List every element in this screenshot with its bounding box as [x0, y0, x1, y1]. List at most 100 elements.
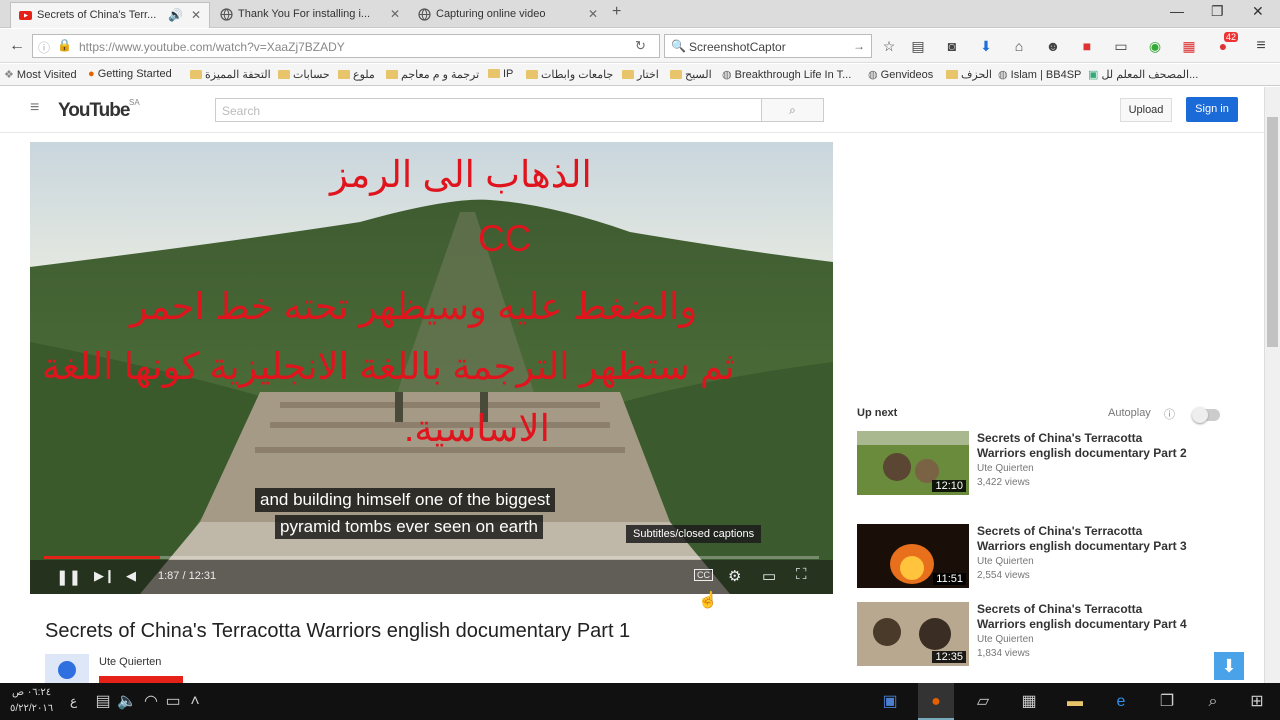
related-title[interactable]: Secrets of China's Terracotta Warriors e…: [977, 602, 1192, 632]
close-tab-icon[interactable]: ✕: [191, 3, 201, 27]
file-icon[interactable]: ▱: [972, 691, 994, 713]
windows-start-icon[interactable]: ⊞: [1246, 691, 1268, 713]
bookmark-item[interactable]: ◍ Islam | BB4SP: [998, 68, 1081, 81]
gear-icon[interactable]: ⚙: [728, 567, 741, 585]
sign-in-button[interactable]: Sign in: [1186, 97, 1238, 122]
scroll-down-arrow-icon[interactable]: ⬇: [1214, 652, 1244, 680]
page-scrollbar[interactable]: [1264, 87, 1280, 683]
file-explorer-icon[interactable]: ▬: [1064, 691, 1086, 713]
maximize-icon[interactable]: ❐: [1211, 3, 1224, 20]
minimize-icon[interactable]: —: [1170, 3, 1184, 19]
url-bar[interactable]: ⓘ 🔒 https://www.youtube.com/watch?v=XaaZ…: [32, 34, 660, 58]
channel-avatar[interactable]: [45, 654, 89, 684]
channel-name[interactable]: Ute Quierten: [99, 656, 161, 668]
info-icon[interactable]: ⓘ: [38, 39, 50, 56]
bookmark-star-icon[interactable]: ☆: [880, 37, 898, 55]
related-title[interactable]: Secrets of China's Terracotta Warriors e…: [977, 524, 1192, 554]
bookmark-item[interactable]: ▣ المصحف المعلم لل...: [1088, 68, 1198, 81]
calendar-icon[interactable]: ▦: [1180, 37, 1198, 55]
cc-icon[interactable]: CC: [694, 569, 713, 581]
youtube-search-input[interactable]: Search: [215, 98, 762, 122]
tab-label: Secrets of China's Terr...: [37, 9, 157, 21]
tab-thank-you[interactable]: Thank You For installing i... ✕: [212, 2, 408, 28]
youtube-search-button[interactable]: ⌕: [762, 98, 824, 122]
tray-chevron-icon[interactable]: ˄: [184, 691, 206, 713]
reading-list-icon[interactable]: ▤: [909, 37, 927, 55]
guide-menu-icon[interactable]: ≡: [30, 99, 39, 117]
volume-icon[interactable]: ◀: [126, 568, 136, 584]
notification-badge: 42: [1224, 32, 1239, 42]
whatsapp-icon[interactable]: ◉: [1146, 37, 1164, 55]
search-placeholder: Search: [222, 104, 261, 118]
bookmark-folder[interactable]: حسابات: [278, 68, 330, 81]
browser-search-box[interactable]: 🔍 ScreenshotCaptor →: [664, 34, 872, 58]
video-thumbnail[interactable]: 11:51: [857, 524, 969, 588]
autoplay-label: Autoplay: [1108, 407, 1151, 419]
video-thumbnail[interactable]: 12:35: [857, 602, 969, 666]
related-video[interactable]: 12:35 Secrets of China's Terracotta Warr…: [857, 602, 1247, 668]
go-arrow-icon[interactable]: →: [853, 39, 865, 53]
screen-icon[interactable]: ▭: [1112, 37, 1130, 55]
bookmark-item[interactable]: ◍ Genvideos: [868, 68, 933, 81]
folder-icon: [488, 69, 500, 78]
chat-icon[interactable]: ☻: [1044, 37, 1062, 55]
close-tab-icon[interactable]: ✕: [390, 2, 400, 26]
clock-date: ٥/٢٢/٢٠١٦: [10, 703, 54, 714]
player-controls: ❚❚ ▶❙ ◀ 1:87 / 12:31 CC ⚙ ▭ ⛶: [30, 556, 833, 594]
caption-line: pyramid tombs ever seen on earth: [275, 515, 543, 539]
taskbar-app-word[interactable]: ▣: [872, 683, 908, 720]
menu-hamburger-icon[interactable]: ≡: [1252, 37, 1270, 55]
extension-icon[interactable]: ■: [1078, 37, 1096, 55]
bookmark-folder[interactable]: التحفة المميزة: [190, 68, 271, 81]
battery-icon[interactable]: ▭: [162, 691, 184, 713]
related-views: 3,422 views: [977, 477, 1030, 488]
pause-icon[interactable]: ❚❚: [56, 568, 81, 586]
bookmark-folder[interactable]: اختار: [622, 68, 659, 81]
taskbar-app-firefox[interactable]: ●: [918, 683, 954, 720]
bookmark-item[interactable]: ❖ Most Visited: [4, 68, 77, 81]
folder-icon: [526, 70, 538, 79]
bookmark-folder[interactable]: IP: [488, 68, 513, 80]
bookmark-folder[interactable]: ترجمة و م معاجم: [386, 68, 479, 81]
tab-youtube[interactable]: Secrets of China's Terr... 🔊 ✕: [10, 2, 210, 28]
close-window-icon[interactable]: ✕: [1252, 3, 1264, 20]
input-language[interactable]: ع: [70, 694, 77, 708]
wifi-icon[interactable]: ◠: [140, 691, 162, 713]
tab-capturing[interactable]: Capturing online video ✕: [410, 2, 606, 28]
scrollbar-thumb[interactable]: [1267, 117, 1278, 347]
next-icon[interactable]: ▶❙: [94, 568, 115, 584]
speaker-icon[interactable]: 🔊: [168, 3, 183, 27]
fullscreen-icon[interactable]: ⛶: [796, 566, 807, 583]
close-tab-icon[interactable]: ✕: [588, 2, 598, 26]
action-center-icon[interactable]: ▤: [92, 691, 114, 713]
bookmark-folder[interactable]: جامعات وابطات: [526, 68, 613, 81]
pocket-icon[interactable]: ◙: [943, 37, 961, 55]
info-icon[interactable]: ⓘ: [1164, 406, 1175, 422]
related-video[interactable]: 12:10 Secrets of China's Terracotta Warr…: [857, 431, 1247, 497]
task-view-icon[interactable]: ❐: [1156, 691, 1178, 713]
reload-icon[interactable]: ↻: [635, 38, 646, 54]
store-icon[interactable]: ▦: [1018, 691, 1040, 713]
progress-fill: [44, 556, 161, 559]
related-title[interactable]: Secrets of China's Terracotta Warriors e…: [977, 431, 1192, 461]
theater-mode-icon[interactable]: ▭: [762, 567, 776, 585]
bookmark-folder[interactable]: ملوع: [338, 68, 375, 81]
video-duration: 11:51: [933, 573, 966, 585]
back-arrow-icon[interactable]: ←: [8, 37, 26, 55]
download-icon[interactable]: ⬇: [977, 37, 995, 55]
avatar-circle: [58, 661, 76, 679]
bookmark-folder[interactable]: السيح: [670, 68, 712, 81]
progress-bar[interactable]: [44, 556, 819, 559]
video-thumbnail[interactable]: 12:10: [857, 431, 969, 495]
autoplay-toggle[interactable]: [1192, 407, 1220, 423]
new-tab-plus-icon[interactable]: +: [612, 3, 621, 21]
bookmark-item[interactable]: ● Getting Started: [88, 68, 172, 80]
related-video[interactable]: 11:51 Secrets of China's Terracotta Warr…: [857, 524, 1247, 590]
upload-button[interactable]: Upload: [1120, 98, 1172, 122]
search-icon[interactable]: ⌕: [1202, 691, 1224, 713]
speaker-icon[interactable]: 🔈: [116, 691, 138, 713]
home-icon[interactable]: ⌂: [1010, 37, 1028, 55]
bookmark-folder[interactable]: الحزف: [946, 68, 992, 81]
edge-icon[interactable]: e: [1110, 691, 1132, 713]
bookmark-item[interactable]: ◍ Breakthrough Life In T...: [722, 68, 851, 81]
